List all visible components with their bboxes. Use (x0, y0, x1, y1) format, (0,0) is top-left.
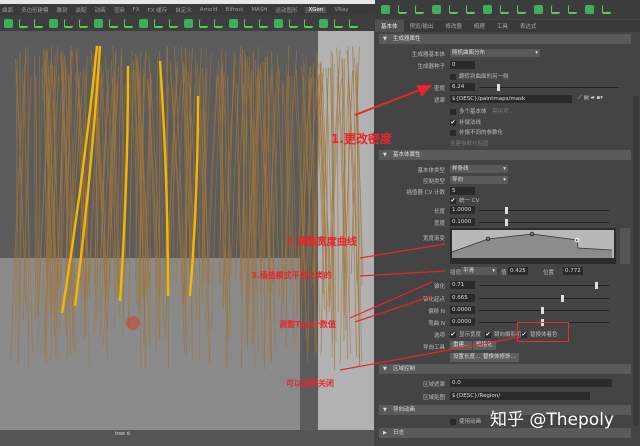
arrow-1 (354, 87, 426, 116)
watermark: 知乎 @Thepoly (490, 410, 614, 430)
arrow-3 (359, 270, 446, 277)
annotation-5: 可以选择关闭 (286, 379, 334, 388)
annotation-1: 1.更改密度 (331, 132, 392, 146)
arrow-5 (339, 336, 521, 371)
arrowhead (416, 85, 433, 97)
arrow-4b (354, 295, 433, 323)
arrow-2 (359, 243, 446, 259)
annotation-3: 3.插值模式平滑之类的 (251, 271, 332, 280)
annotation-4: 调整Taper数值 (279, 320, 336, 329)
annotation-2: 2.调整宽度曲线 (286, 237, 357, 248)
